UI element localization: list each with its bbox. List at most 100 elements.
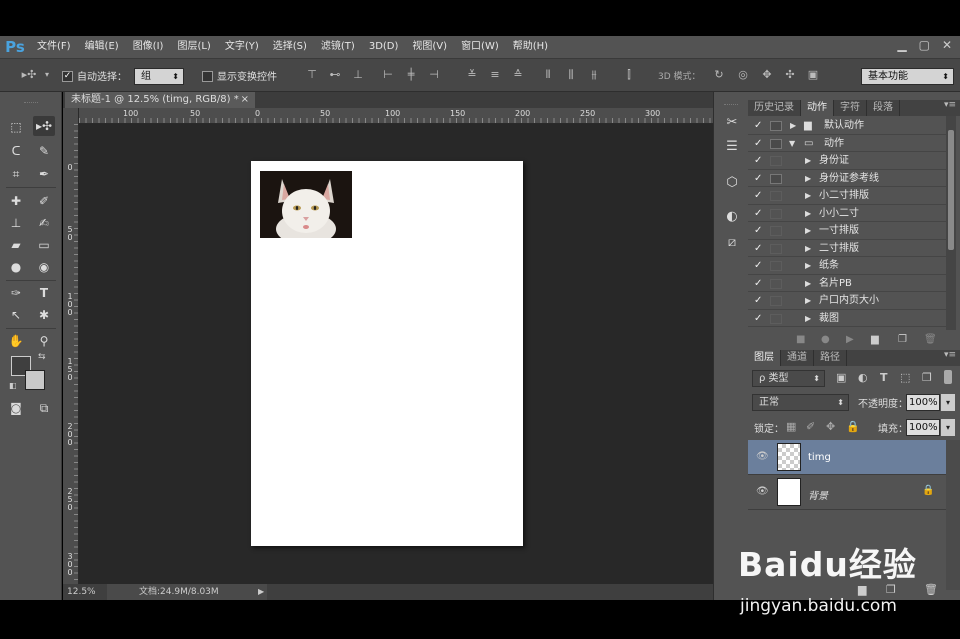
brush-presets-icon[interactable]: ☰ — [722, 138, 742, 156]
tab-layers[interactable]: 图层 — [748, 350, 781, 366]
quick-mask-icon[interactable]: ◙ — [5, 398, 27, 418]
maximize-icon[interactable]: ▢ — [919, 36, 930, 54]
lasso-tool-icon[interactable]: ᑕ — [5, 141, 27, 161]
opacity-chevron-icon[interactable]: ▾ — [941, 394, 955, 411]
distribute-right-icon[interactable]: ⫵ — [587, 68, 601, 82]
eyedropper-tool-icon[interactable]: ✒ — [33, 164, 55, 184]
blur-tool-icon[interactable]: ● — [5, 257, 27, 277]
filter-pixel-icon[interactable]: ▣ — [836, 371, 846, 384]
distribute-vcenter-icon[interactable]: ≡ — [488, 68, 502, 82]
filter-adjustment-icon[interactable]: ◐ — [858, 371, 868, 384]
history-brush-tool-icon[interactable]: ✍ — [33, 213, 55, 233]
menu-layer[interactable]: 图层(L) — [170, 36, 217, 58]
filter-shape-icon[interactable]: ⬚ — [900, 371, 910, 384]
menu-view[interactable]: 视图(V) — [405, 36, 454, 58]
fill-chevron-icon[interactable]: ▾ — [941, 419, 955, 436]
action-set-row[interactable]: ✓ ▼ ▭ 动作 — [748, 135, 946, 152]
action-row[interactable]: ✓ ▶ 裁图 — [748, 310, 946, 327]
distribute-bottom-icon[interactable]: ≙ — [511, 68, 525, 82]
3d-roll-icon[interactable]: ◎ — [736, 68, 750, 82]
menu-filter[interactable]: 滤镜(T) — [314, 36, 362, 58]
path-select-tool-icon[interactable]: ↖ — [5, 305, 27, 325]
document-tab[interactable]: 未标题-1 @ 12.5% (timg, RGB/8) * × — [65, 92, 255, 108]
align-left-icon[interactable]: ⊢ — [381, 68, 395, 82]
close-icon[interactable]: ✕ — [942, 36, 952, 54]
menu-file[interactable]: 文件(F) — [30, 36, 78, 58]
layer-name[interactable]: timg — [808, 452, 831, 463]
3d-panel-icon[interactable]: ⬡ — [722, 174, 742, 192]
cat-photo-layer[interactable] — [260, 171, 352, 238]
3d-scale-icon[interactable]: ▣ — [806, 68, 820, 82]
default-colors-icon[interactable]: ◧ — [9, 381, 17, 390]
type-tool-icon[interactable]: T — [33, 283, 55, 303]
visibility-eye-icon[interactable]: 👁 — [756, 451, 769, 462]
move-tool-icon[interactable]: ▸✣ — [18, 68, 40, 82]
workspace-dropdown[interactable]: 基本功能 ⬍ — [861, 68, 954, 85]
action-row[interactable]: ✓ ▶ 身份证参考线 — [748, 170, 946, 187]
play-icon[interactable]: ▶ — [846, 331, 854, 349]
scroll-thumb[interactable] — [948, 130, 954, 250]
panel-menu-icon[interactable]: ▾≡ — [944, 100, 956, 110]
dock-grip[interactable] — [724, 104, 738, 106]
clone-stamp-tool-icon[interactable]: ⊥ — [5, 213, 27, 233]
swap-colors-icon[interactable]: ⇆ — [38, 352, 46, 362]
menu-select[interactable]: 选择(S) — [266, 36, 314, 58]
zoom-level[interactable]: 12.5% — [67, 584, 96, 600]
status-menu-arrow-icon[interactable]: ▶ — [258, 584, 264, 600]
action-row[interactable]: ✓ ▶ 身份证 — [748, 152, 946, 170]
action-row[interactable]: ✓ ▶ 小二寸排版 — [748, 187, 946, 205]
stop-icon[interactable]: ■ — [796, 331, 805, 349]
menu-image[interactable]: 图像(I) — [126, 36, 171, 58]
toolbox-grip[interactable] — [24, 102, 38, 104]
quick-select-tool-icon[interactable]: ✎ — [33, 141, 55, 161]
align-bottom-icon[interactable]: ⊥ — [351, 68, 365, 82]
align-right-icon[interactable]: ⊣ — [427, 68, 441, 82]
menu-3d[interactable]: 3D(D) — [362, 36, 406, 58]
menu-help[interactable]: 帮助(H) — [506, 36, 555, 58]
horizontal-ruler[interactable]: 100 50 0 50 100 150 200 250 300 — [79, 108, 713, 124]
align-top-icon[interactable]: ⊤ — [305, 68, 319, 82]
background-color-swatch[interactable] — [25, 370, 45, 390]
tab-channels[interactable]: 通道 — [781, 350, 814, 366]
lock-all-icon[interactable]: 🔒 — [846, 420, 860, 433]
tool-preset-chevron-icon[interactable]: ▾ — [40, 68, 54, 82]
actions-scrollbar[interactable] — [946, 116, 956, 330]
lock-transparent-icon[interactable]: ▦ — [786, 420, 796, 433]
fill-input[interactable]: 100% — [906, 419, 940, 436]
new-action-icon[interactable]: ❐ — [898, 331, 907, 349]
vertical-ruler[interactable]: 0 50 100 150 200 250 300 — [63, 108, 79, 584]
record-icon[interactable]: ● — [821, 331, 830, 349]
tab-paths[interactable]: 路径 — [814, 350, 847, 366]
layers-panel-menu-icon[interactable]: ▾≡ — [944, 350, 956, 360]
action-row[interactable]: ✓ ▶ 户口内页大小 — [748, 292, 946, 310]
move-tool-icon[interactable]: ▸✣ — [33, 116, 55, 136]
dodge-tool-icon[interactable]: ◉ — [33, 257, 55, 277]
filter-smart-object-icon[interactable]: ❐ — [922, 371, 932, 384]
new-set-icon[interactable]: ▆ — [871, 331, 879, 349]
minimize-icon[interactable]: ▁ — [897, 36, 906, 54]
distribute-left-icon[interactable]: ⫴ — [541, 68, 555, 82]
align-vcenter-icon[interactable]: ⊷ — [328, 68, 342, 82]
crop-tool-icon[interactable]: ⌗ — [5, 164, 27, 184]
visibility-eye-icon[interactable]: 👁 — [756, 486, 769, 497]
distribute-hcenter-icon[interactable]: ⫼ — [564, 68, 578, 82]
filter-type-icon[interactable]: T — [880, 371, 888, 384]
auto-select-checkbox[interactable]: ✓ — [62, 69, 73, 82]
menu-type[interactable]: 文字(Y) — [218, 36, 266, 58]
marquee-tool-icon[interactable]: ⬚ — [5, 117, 27, 137]
delete-layer-icon[interactable]: 🗑 — [924, 583, 938, 596]
action-set-row[interactable]: ✓ ▶ ▆ 默认动作 — [748, 117, 946, 135]
healing-brush-tool-icon[interactable]: ✚ — [5, 191, 27, 211]
delete-icon[interactable]: 🗑 — [924, 331, 937, 349]
auto-select-dropdown[interactable]: 组 ⬍ — [134, 68, 184, 85]
show-transform-checkbox[interactable] — [202, 69, 213, 82]
action-row[interactable]: ✓ ▶ 名片PB — [748, 275, 946, 292]
eraser-tool-icon[interactable]: ▰ — [5, 235, 27, 255]
tab-actions[interactable]: 动作 — [801, 100, 834, 116]
shape-tool-icon[interactable]: ✱ — [33, 305, 55, 325]
blend-mode-dropdown[interactable]: 正常 ⬍ — [752, 394, 849, 411]
align-hcenter-icon[interactable]: ╪ — [404, 68, 418, 82]
filter-toggle[interactable] — [944, 370, 952, 384]
zoom-tool-icon[interactable]: ⚲ — [33, 331, 55, 351]
lock-position-icon[interactable]: ✥ — [826, 420, 835, 433]
